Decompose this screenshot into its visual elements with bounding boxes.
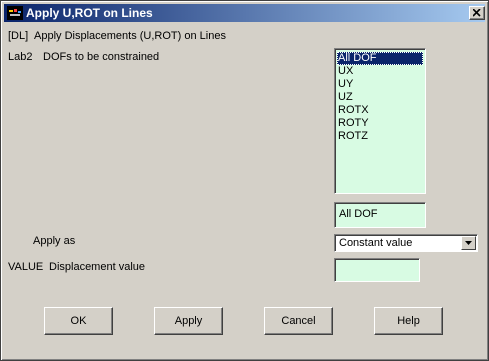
dof-option-rotx[interactable]: ROTX [337, 104, 423, 117]
value-code: VALUE [8, 261, 44, 273]
dof-listbox[interactable]: All DOF UX UY UZ ROTX ROTY ROTZ [334, 48, 426, 194]
ok-button[interactable]: OK [44, 307, 113, 335]
dof-option-all[interactable]: All DOF [337, 52, 423, 65]
command-code: [DL] [8, 30, 29, 42]
lab2-label: DOFs to be constrained [43, 51, 160, 63]
close-icon [473, 9, 481, 17]
lab2-code: Lab2 [8, 51, 33, 63]
ansys-app-icon [7, 6, 23, 20]
dropdown-arrow-button[interactable] [461, 236, 476, 250]
dialog-window: Apply U,ROT on Lines [DL] Apply Displace… [0, 0, 489, 361]
dof-option-roty[interactable]: ROTY [337, 117, 423, 130]
dof-option-ux[interactable]: UX [337, 65, 423, 78]
displacement-value-input[interactable] [334, 258, 420, 282]
apply-as-dropdown[interactable]: Constant value [334, 234, 478, 252]
window-title: Apply U,ROT on Lines [26, 6, 153, 20]
apply-button[interactable]: Apply [154, 307, 223, 335]
apply-as-label: Apply as [33, 235, 76, 247]
dof-option-uy[interactable]: UY [337, 78, 423, 91]
dof-selection-value: All DOF [339, 208, 378, 220]
cancel-button[interactable]: Cancel [264, 307, 333, 335]
close-button[interactable] [469, 6, 485, 20]
chevron-down-icon [465, 241, 472, 245]
command-description: Apply Displacements (U,ROT) on Lines [34, 30, 226, 42]
value-label: Displacement value [49, 261, 145, 273]
dof-option-uz[interactable]: UZ [337, 91, 423, 104]
dof-selection-field[interactable]: All DOF [334, 202, 426, 228]
title-bar[interactable]: Apply U,ROT on Lines [4, 4, 485, 22]
help-button[interactable]: Help [374, 307, 443, 335]
dof-option-rotz[interactable]: ROTZ [337, 130, 423, 143]
apply-as-value: Constant value [339, 237, 413, 249]
